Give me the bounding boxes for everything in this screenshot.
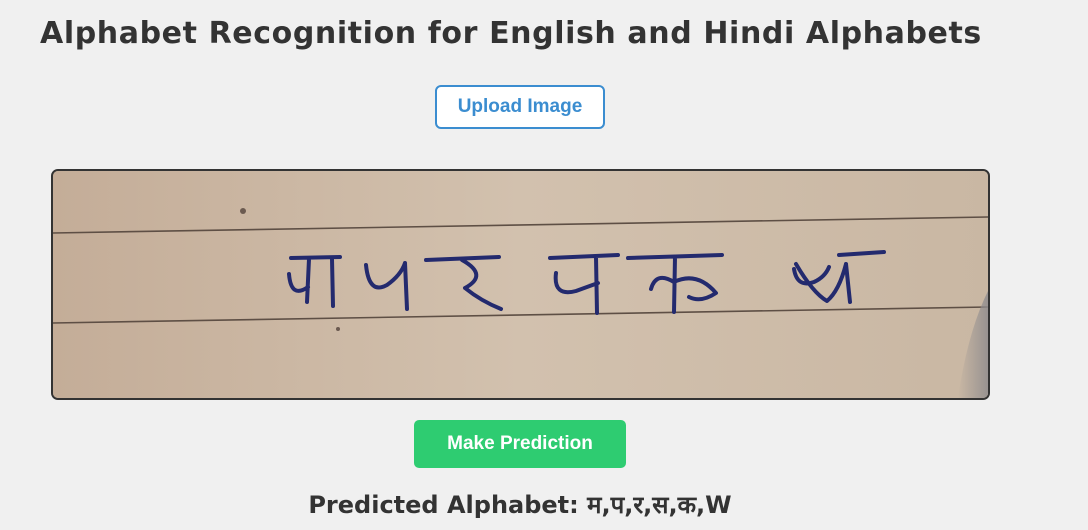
make-prediction-button[interactable]: Make Prediction <box>414 420 626 468</box>
paper-speck <box>336 327 340 331</box>
app-page: Alphabet Recognition for English and Hin… <box>0 0 1088 530</box>
prediction-label: Predicted Alphabet: <box>308 491 579 519</box>
uploaded-image-preview <box>51 169 990 400</box>
handwriting-photo <box>53 171 988 398</box>
upload-image-button[interactable]: Upload Image <box>435 85 605 129</box>
prediction-result: Predicted Alphabet: म,प,र,स,क,W <box>0 488 1040 521</box>
page-title: Alphabet Recognition for English and Hin… <box>40 16 982 51</box>
paper-speck <box>240 208 246 214</box>
prediction-value: म,प,र,स,क,W <box>587 491 732 519</box>
